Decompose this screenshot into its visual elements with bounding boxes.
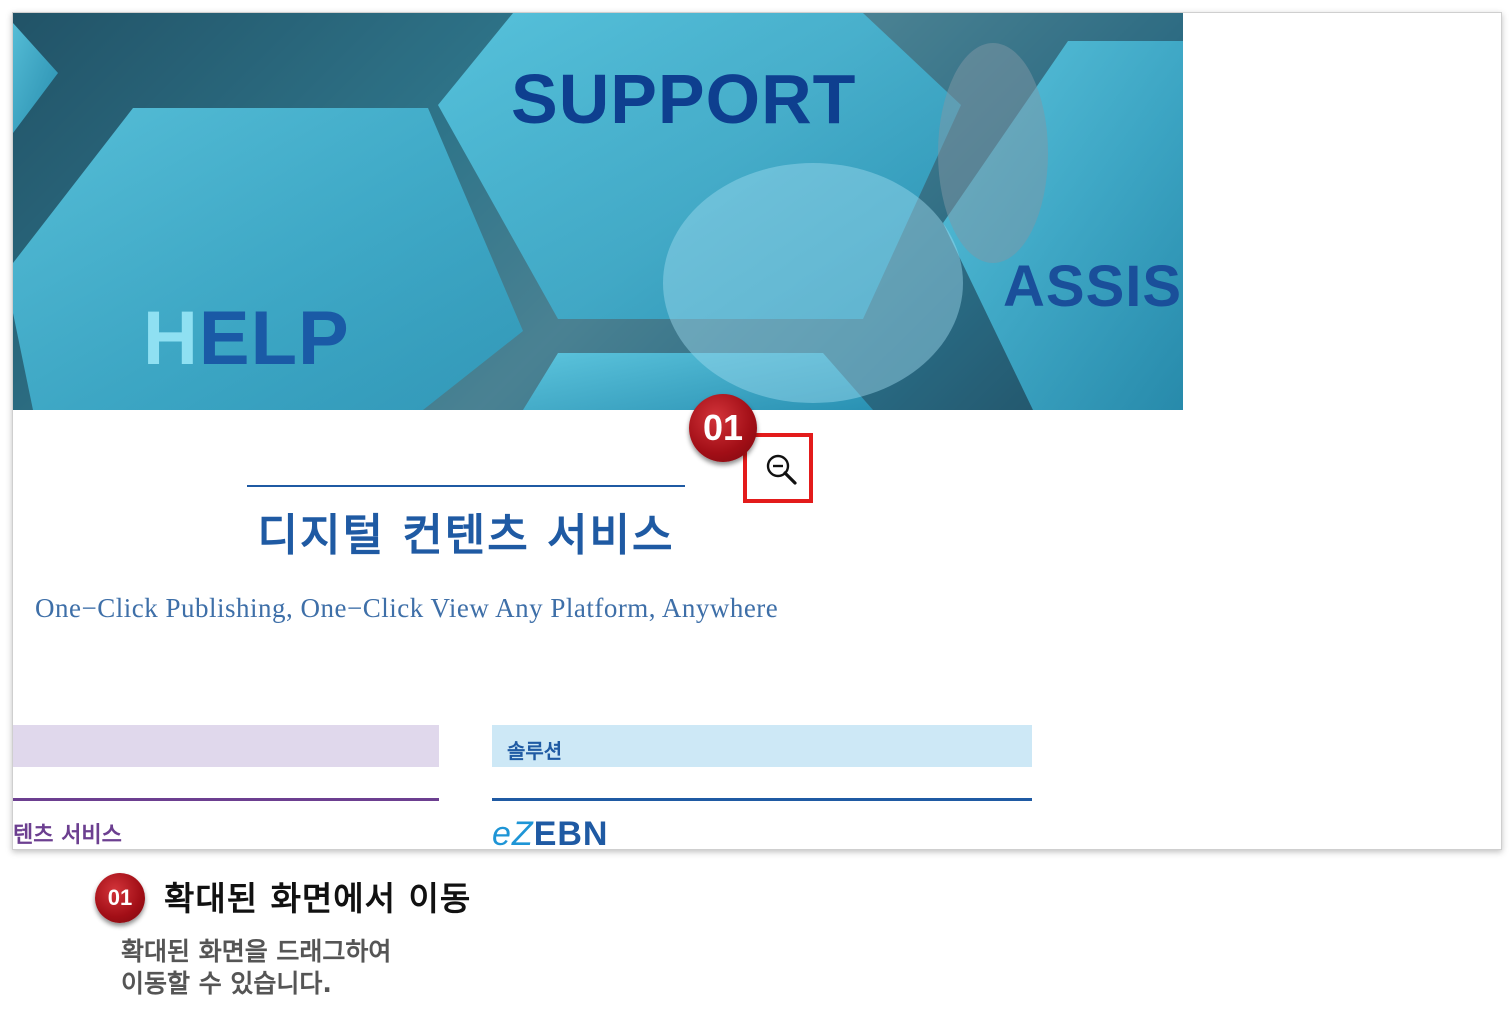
legend-badge: 01	[95, 873, 145, 923]
callout-badge: 01	[689, 394, 757, 462]
page-subtitle: One−Click Publishing, One−Click View Any…	[35, 593, 779, 623]
logo-ez: eZ	[492, 815, 534, 850]
legend-description: 확대된 화면을 드래그하여 이동할 수 있습니다.	[121, 936, 391, 1000]
zoom-out-icon	[766, 454, 797, 485]
viewer-screenshot[interactable]: SUPPORT HELP ASSIS 디지털 컨텐츠 서비스 One−Click…	[12, 12, 1502, 850]
ezebn-logo: eZEBN	[492, 815, 609, 850]
hero-word-support: SUPPORT	[511, 60, 857, 138]
hero-word-help: HELP	[143, 295, 350, 382]
hero-word-assist: ASSIS	[1003, 254, 1183, 319]
zoom-out-button[interactable]	[763, 452, 799, 488]
section-label-solution: 솔루션	[507, 739, 563, 763]
title-divider	[247, 485, 685, 487]
section-header-right	[492, 725, 1032, 767]
section-divider-left	[13, 798, 439, 801]
legend-desc-line-1: 확대된 화면을 드래그하여	[121, 937, 392, 966]
legend-heading: 확대된 화면에서 이동	[164, 879, 472, 918]
hero-banner: SUPPORT HELP ASSIS	[13, 13, 1183, 410]
legend-desc-line-2: 이동할 수 있습니다.	[121, 969, 332, 998]
zoom-out-highlight	[743, 433, 813, 503]
section-divider-right	[492, 798, 1032, 801]
section-text-left: 텐츠 서비스	[13, 823, 122, 848]
page-title: 디지털 컨텐츠 서비스	[257, 510, 675, 561]
logo-ebn: EBN	[533, 815, 609, 850]
section-header-left	[13, 725, 439, 767]
hero-word-help-rest: ELP	[198, 296, 350, 381]
hero-word-help-faded: H	[143, 296, 199, 381]
